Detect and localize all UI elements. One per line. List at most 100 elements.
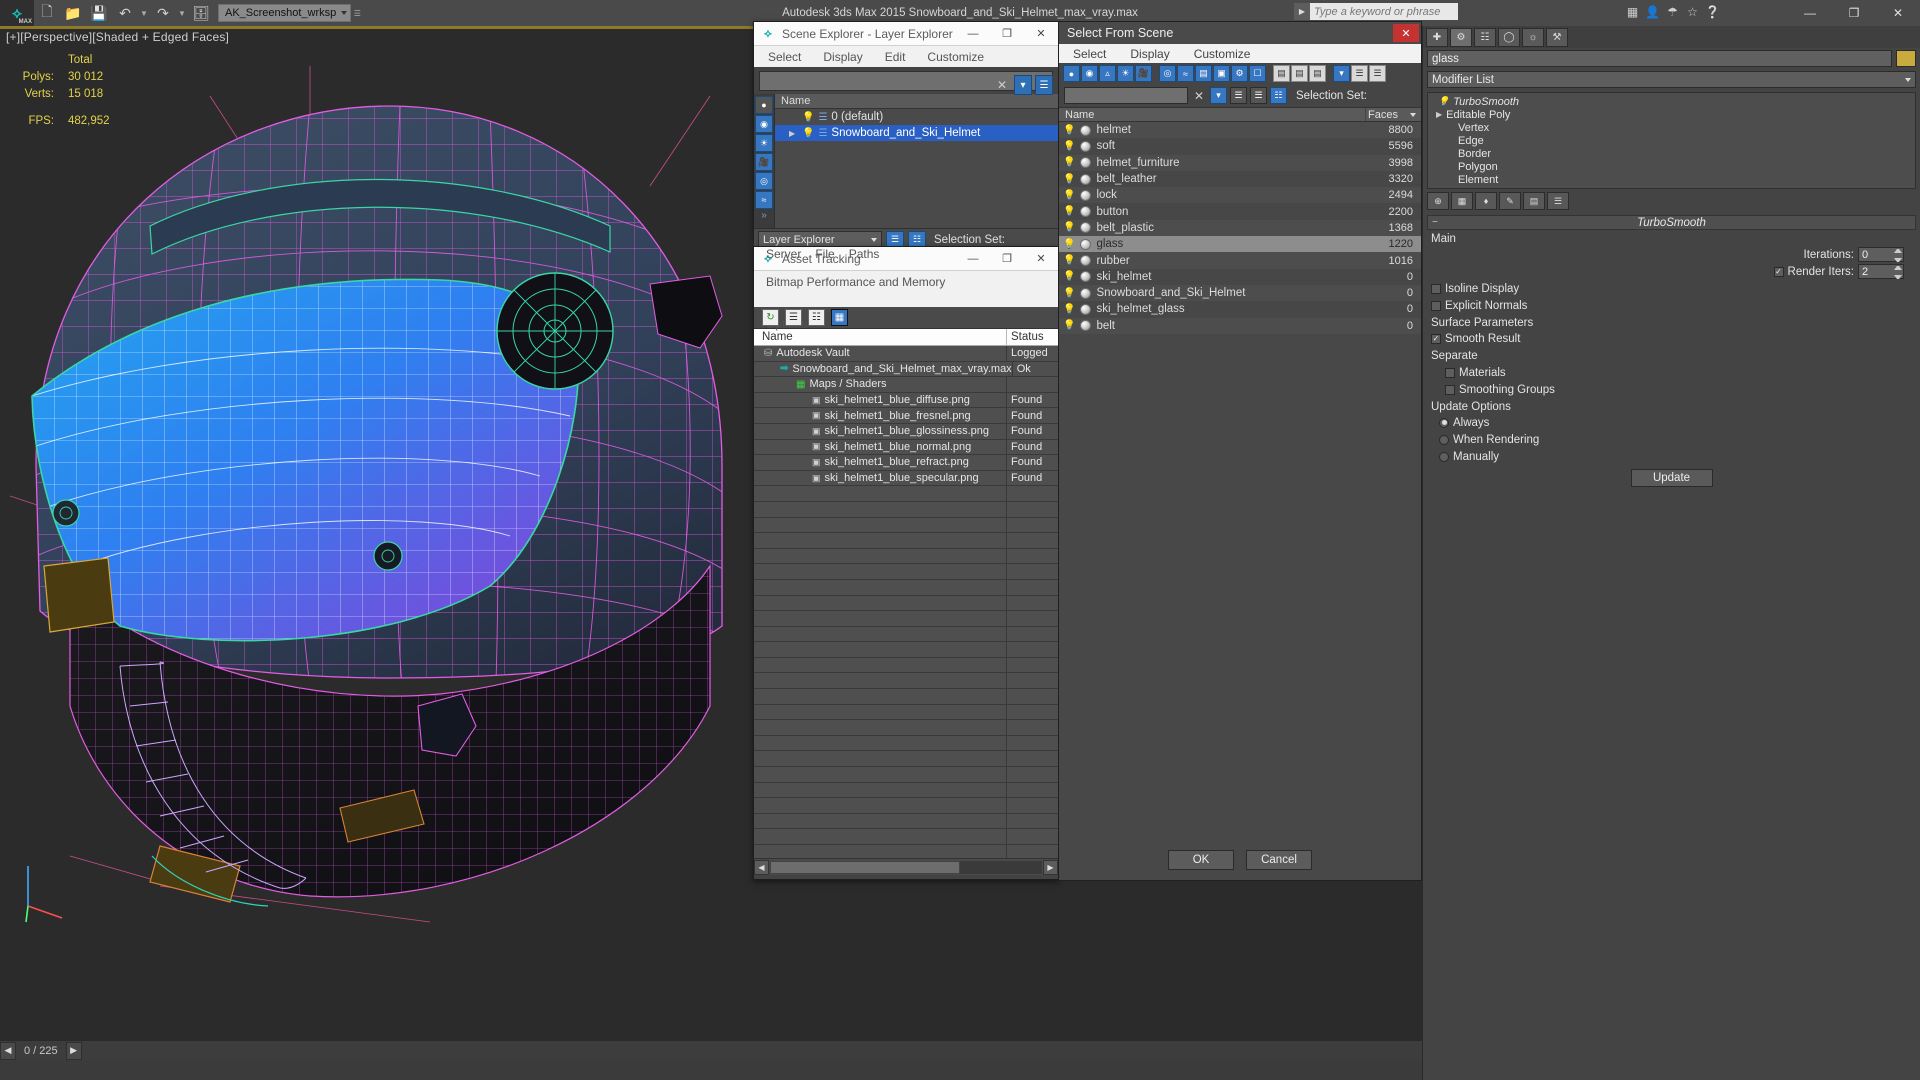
lightbulb-icon[interactable]: 💡 bbox=[1063, 255, 1075, 266]
close-button[interactable]: ✕ bbox=[1024, 247, 1058, 271]
layers-icon[interactable]: ☰ bbox=[1035, 75, 1053, 95]
search-input[interactable] bbox=[1064, 87, 1188, 104]
table-row[interactable]: 💡 belt_leather 3320 bbox=[1059, 170, 1421, 188]
minimize-button[interactable]: — bbox=[1788, 0, 1832, 26]
render-iters-checkbox[interactable]: ✓ bbox=[1773, 266, 1784, 277]
render-iters-spinner[interactable]: 2 bbox=[1858, 264, 1904, 279]
grid-view-icon[interactable]: ▦ bbox=[831, 309, 848, 326]
layer-toggle-icon[interactable]: ☰ bbox=[1250, 87, 1267, 104]
smooth-result-row[interactable]: ✓ Smooth Result bbox=[1427, 330, 1916, 347]
close-button[interactable]: ✕ bbox=[1024, 22, 1058, 46]
collapse-all-icon[interactable]: ▤ bbox=[1309, 65, 1326, 82]
filter-helpers-icon[interactable]: ◎ bbox=[1159, 65, 1176, 82]
minimize-button[interactable]: — bbox=[956, 22, 990, 46]
undo-arrow-icon[interactable]: ↶ bbox=[112, 0, 138, 26]
workspace-selector[interactable]: AK_Screenshot_wrksp bbox=[218, 4, 352, 22]
select-from-scene-dialog[interactable]: Select From Scene ✕ Select Display Custo… bbox=[1058, 21, 1422, 881]
table-row[interactable]: 💡 belt_plastic 1368 bbox=[1059, 219, 1421, 237]
pin-stack-icon[interactable]: ⊕ bbox=[1427, 192, 1449, 210]
lightbulb-icon[interactable]: 💡 bbox=[1063, 157, 1075, 168]
explicit-normals-checkbox[interactable] bbox=[1431, 300, 1441, 311]
scene-explorer-window[interactable]: ⟡ Scene Explorer - Layer Explorer — ❐ ✕ … bbox=[753, 21, 1059, 250]
list-view-icon[interactable]: ☰ bbox=[785, 309, 802, 326]
filter-bones-icon[interactable]: ⚙ bbox=[1231, 65, 1248, 82]
tab-create[interactable]: ✚ bbox=[1426, 27, 1448, 47]
remove-modifier-icon[interactable]: ✎ bbox=[1499, 192, 1521, 210]
maximize-button[interactable]: ❐ bbox=[990, 22, 1024, 46]
filter-geometry-icon[interactable]: ◉ bbox=[1081, 65, 1098, 82]
stack-item-element[interactable]: Element bbox=[1428, 173, 1915, 186]
modifier-list-dropdown[interactable]: Modifier List bbox=[1427, 71, 1916, 88]
close-button[interactable]: ✕ bbox=[1393, 24, 1419, 42]
filter-lights-icon[interactable]: ☀ bbox=[1117, 65, 1134, 82]
asset-tracking-list[interactable]: ⛁ Autodesk Vault Logged ➡ Snowboard_and_Ski_… bbox=[754, 346, 1058, 858]
lightbulb-icon[interactable]: 💡 bbox=[1063, 141, 1075, 152]
clear-search-icon[interactable]: ✕ bbox=[993, 75, 1011, 95]
tab-utilities[interactable]: ⚒ bbox=[1546, 27, 1568, 47]
materials-checkbox[interactable] bbox=[1445, 367, 1455, 378]
menu-file[interactable]: File bbox=[815, 247, 834, 261]
lightbulb-icon[interactable]: 💡 bbox=[1063, 288, 1075, 299]
make-unique-icon[interactable]: ♦ bbox=[1475, 192, 1497, 210]
detail-view-icon[interactable]: ☷ bbox=[808, 309, 825, 326]
update-always-row[interactable]: Always bbox=[1427, 414, 1916, 431]
redo-arrow-icon[interactable]: ↷ bbox=[150, 0, 176, 26]
table-row[interactable]: 💡 soft 5596 bbox=[1059, 138, 1421, 155]
stack-item-edge[interactable]: Edge bbox=[1428, 134, 1915, 147]
table-row[interactable]: ▣ ski_helmet1_blue_diffuse.png Found bbox=[754, 392, 1058, 409]
lightbulb-icon[interactable]: 💡 bbox=[802, 112, 814, 123]
expand-icon[interactable]: ▶ bbox=[789, 129, 798, 138]
table-row[interactable]: 💡 ski_helmet 0 bbox=[1059, 268, 1421, 285]
tab-display[interactable]: ☼ bbox=[1522, 27, 1544, 47]
menu-select[interactable]: Select bbox=[1073, 47, 1106, 61]
sort-icon[interactable]: ☰ bbox=[1351, 65, 1368, 82]
materials-row[interactable]: Materials bbox=[1427, 364, 1916, 381]
frame-next-icon[interactable]: ▶ bbox=[65, 1041, 82, 1060]
menu-edit[interactable]: Edit bbox=[885, 50, 906, 64]
update-manually-radio[interactable] bbox=[1439, 451, 1449, 462]
smooth-result-checkbox[interactable]: ✓ bbox=[1431, 333, 1441, 344]
table-row[interactable]: ▣ ski_helmet1_blue_normal.png Found bbox=[754, 439, 1058, 456]
redo-dropdown-icon[interactable]: ▼ bbox=[176, 0, 188, 26]
menu-display[interactable]: Display bbox=[823, 50, 862, 64]
object-name-field[interactable]: glass bbox=[1427, 50, 1892, 67]
tab-hierarchy[interactable]: ☷ bbox=[1474, 27, 1496, 47]
search-dropdown-icon[interactable]: ▶ bbox=[1294, 3, 1310, 20]
column-name[interactable]: Name bbox=[754, 329, 1006, 345]
scrollbar-track[interactable] bbox=[770, 860, 1042, 874]
3dsmax-logo-icon[interactable]: ⟡ MAX bbox=[0, 0, 34, 26]
help-globe-icon[interactable]: ☂ bbox=[1663, 2, 1682, 22]
rollout-header-turbosmooth[interactable]: − TurboSmooth bbox=[1427, 215, 1916, 230]
filter-more-icon[interactable]: » bbox=[754, 210, 774, 221]
table-row[interactable]: ▣ ski_helmet1_blue_refract.png Found bbox=[754, 455, 1058, 471]
update-when-rendering-row[interactable]: When Rendering bbox=[1427, 431, 1916, 448]
modifier-stack[interactable]: 💡 TurboSmooth ▶ Editable Poly Vertex Edg… bbox=[1427, 92, 1916, 189]
hierarchy-icon[interactable]: ☷ bbox=[1270, 87, 1287, 104]
asset-tracking-window[interactable]: ⟡ Asset Tracking — ❐ ✕ Server File Paths… bbox=[753, 246, 1059, 880]
menu-display[interactable]: Display bbox=[1130, 47, 1169, 61]
maximize-button[interactable]: ❐ bbox=[1832, 0, 1876, 26]
find-icon[interactable]: ▾ bbox=[1210, 87, 1227, 104]
stack-item-border[interactable]: Border bbox=[1428, 147, 1915, 160]
update-when-rendering-radio[interactable] bbox=[1439, 434, 1449, 445]
undo-dropdown-icon[interactable]: ▼ bbox=[138, 0, 150, 26]
refresh-icon[interactable]: ↻ bbox=[762, 309, 779, 326]
filter-all-icon[interactable]: ● bbox=[1063, 65, 1080, 82]
set-key-icon[interactable]: 🗄 bbox=[188, 0, 214, 26]
table-row[interactable]: ▣ ski_helmet1_blue_fresnel.png Found bbox=[754, 408, 1058, 424]
column-faces[interactable]: Faces bbox=[1365, 108, 1421, 121]
table-row[interactable]: 💡 belt 0 bbox=[1059, 317, 1421, 334]
configure-sets-icon[interactable]: ▤ bbox=[1523, 192, 1545, 210]
stack-more-icon[interactable]: ☰ bbox=[1547, 192, 1569, 210]
filter-lights-icon[interactable]: ☀ bbox=[755, 134, 773, 152]
open-folder-icon[interactable]: 📁 bbox=[60, 0, 86, 26]
lightbulb-icon[interactable]: 💡 bbox=[1063, 190, 1075, 201]
layer-column-header[interactable]: Name bbox=[775, 94, 1058, 109]
explicit-normals-row[interactable]: Explicit Normals bbox=[1427, 297, 1916, 314]
table-row[interactable]: 💡 button 2200 bbox=[1059, 203, 1421, 220]
search-input[interactable]: Type a keyword or phrase bbox=[1310, 3, 1458, 20]
layers-icon[interactable]: ☰ bbox=[1369, 65, 1386, 82]
menu-bitmap-performance[interactable]: Bitmap Performance and Memory bbox=[766, 275, 945, 289]
maximize-button[interactable]: ❐ bbox=[990, 247, 1024, 271]
update-always-radio[interactable] bbox=[1439, 417, 1449, 428]
